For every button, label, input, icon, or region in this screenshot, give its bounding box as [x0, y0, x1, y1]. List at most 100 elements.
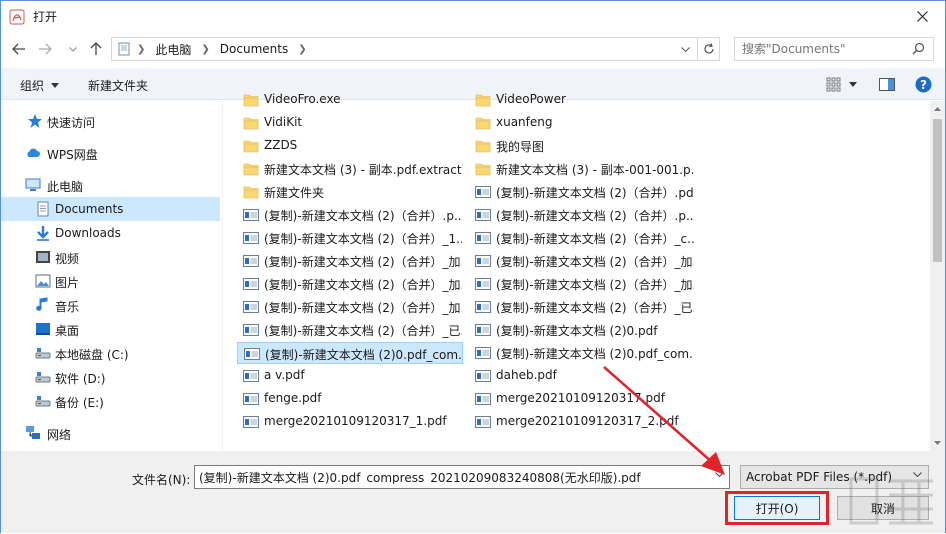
nav-item[interactable]: 音乐: [1, 293, 220, 317]
file-name: (复制)-新建文本文档 (2)（合并）.p...: [496, 209, 694, 223]
scrollbar-thumb[interactable]: [933, 119, 942, 262]
nav-item[interactable]: 快速访问: [1, 109, 220, 133]
breadcrumb-this-pc[interactable]: 此电脑: [155, 41, 191, 58]
file-item[interactable]: (复制)-新建文本文档 (2)0.pdf: [469, 319, 695, 341]
computer-icon: [25, 177, 41, 193]
file-item[interactable]: merge20210109120317_1.pdf: [237, 411, 463, 433]
nav-item[interactable]: 桌面: [1, 317, 220, 341]
file-name: (复制)-新建文本文档 (2)（合并）_已...: [496, 301, 694, 315]
forward-button[interactable]: [36, 40, 54, 58]
filename-combobox[interactable]: [194, 465, 730, 489]
file-item[interactable]: (复制)-新建文本文档 (2)（合并）_加...: [237, 296, 463, 318]
chevron-down-icon: [69, 46, 77, 52]
file-name: a v.pdf: [264, 368, 305, 382]
file-item[interactable]: merge20210109120317.pdf: [469, 388, 695, 410]
folder-item[interactable]: ZZDS: [237, 135, 463, 157]
nav-item[interactable]: 视频: [1, 245, 220, 269]
file-name: fenge.pdf: [264, 391, 322, 405]
folder-icon: [243, 161, 259, 177]
folder-item[interactable]: 新建文件夹: [237, 181, 463, 203]
file-name: 我的导图: [496, 140, 545, 154]
scroll-down-button[interactable]: [930, 435, 945, 451]
address-bar[interactable]: ❯ 此电脑 ❯ Documents ❯: [111, 37, 720, 61]
search-input[interactable]: [742, 42, 907, 56]
drive-icon: [35, 393, 51, 409]
nav-item-label: 备份 (E:): [55, 396, 104, 410]
address-dropdown-button[interactable]: [675, 38, 695, 60]
picture-icon: [35, 273, 51, 289]
nav-item[interactable]: 本地磁盘 (C:): [1, 341, 220, 365]
file-item[interactable]: (复制)-新建文本文档 (2)（合并）_加...: [469, 250, 695, 272]
file-name: (复制)-新建文本文档 (2)（合并）_加...: [496, 278, 694, 292]
file-name: 新建文本文档 (3) - 副本.pdf.extract...: [264, 163, 462, 177]
file-item[interactable]: (复制)-新建文本文档 (2)（合并）_已...: [469, 296, 695, 318]
file-item[interactable]: (复制)-新建文本文档 (2)（合并）_c...: [469, 227, 695, 249]
folder-item[interactable]: xuanfeng: [469, 112, 695, 134]
folder-item[interactable]: VideoFro.exe: [237, 89, 463, 111]
folder-icon: [475, 138, 491, 154]
search-box[interactable]: [734, 37, 934, 61]
star-icon: [27, 113, 43, 129]
scroll-up-icon: [934, 107, 941, 111]
file-name: VideoPower: [496, 92, 566, 106]
file-item[interactable]: (复制)-新建文本文档 (2)（合并）.p...: [469, 204, 695, 226]
folder-item[interactable]: 新建文本文档 (3) - 副本-001-001.p...: [469, 158, 695, 180]
organize-menu[interactable]: 组织: [20, 77, 60, 94]
pdf-file-icon: [475, 345, 491, 361]
file-item[interactable]: daheb.pdf: [469, 365, 695, 387]
file-item[interactable]: fenge.pdf: [237, 388, 463, 410]
file-item[interactable]: (复制)-新建文本文档 (2)0.pdf_com...: [237, 342, 463, 364]
chevron-down-icon[interactable]: [715, 472, 724, 477]
file-name: (复制)-新建文本文档 (2)0.pdf_com...: [496, 347, 694, 361]
folder-item[interactable]: 新建文本文档 (3) - 副本.pdf.extract...: [237, 158, 463, 180]
file-item[interactable]: (复制)-新建文本文档 (2)（合并）_已...: [237, 319, 463, 341]
pdf-file-icon: [243, 299, 259, 315]
nav-item[interactable]: 备份 (E:): [1, 389, 220, 413]
pdf-file-icon: [475, 391, 491, 407]
pdf-file-icon: [244, 346, 260, 362]
folder-item[interactable]: 我的导图: [469, 135, 695, 157]
file-item[interactable]: (复制)-新建文本文档 (2)（合并）_加...: [237, 273, 463, 295]
open-button[interactable]: 打开(O): [734, 496, 820, 520]
drive-icon: [35, 345, 51, 361]
drive-icon: [35, 369, 51, 385]
pdf-file-icon: [243, 368, 259, 384]
file-item[interactable]: a v.pdf: [237, 365, 463, 387]
pdf-file-icon: [475, 276, 491, 292]
close-button[interactable]: [899, 1, 945, 32]
close-icon: [916, 11, 928, 22]
nav-item[interactable]: Downloads: [1, 221, 220, 245]
nav-item[interactable]: 软件 (D:): [1, 365, 220, 389]
folder-icon: [475, 115, 491, 131]
nav-item[interactable]: WPS网盘: [1, 141, 220, 165]
pdf-file-icon: [475, 299, 491, 315]
file-item[interactable]: (复制)-新建文本文档 (2)（合并）.p...: [237, 204, 463, 226]
up-button[interactable]: [87, 40, 105, 58]
breadcrumb-chevron-icon: ❯: [298, 43, 307, 55]
new-folder-button[interactable]: 新建文件夹: [88, 77, 148, 94]
pdf-file-icon: [243, 207, 259, 223]
nav-item[interactable]: Documents: [1, 197, 220, 221]
file-item[interactable]: (复制)-新建文本文档 (2)（合并）_加...: [469, 273, 695, 295]
folder-item[interactable]: VideoPower: [469, 89, 695, 111]
scroll-up-button[interactable]: [930, 101, 945, 117]
filename-input[interactable]: [199, 470, 709, 484]
navigation-bar: ❯ 此电脑 ❯ Documents ❯: [1, 32, 945, 66]
file-item[interactable]: (复制)-新建文本文档 (2)（合并）_1....: [237, 227, 463, 249]
file-name: VidiKit: [264, 115, 303, 129]
file-name: (复制)-新建文本文档 (2)（合并）.pdf: [496, 186, 694, 200]
file-item[interactable]: (复制)-新建文本文档 (2)0.pdf_com...: [469, 342, 695, 364]
breadcrumb-documents[interactable]: Documents: [220, 42, 288, 56]
nav-item[interactable]: 图片: [1, 269, 220, 293]
nav-item-label: Documents: [55, 202, 124, 216]
folder-item[interactable]: VidiKit: [237, 112, 463, 134]
file-item[interactable]: (复制)-新建文本文档 (2)（合并）_加...: [237, 250, 463, 272]
arrow-up-icon: [90, 42, 102, 55]
recent-locations-button[interactable]: [64, 40, 82, 58]
nav-item[interactable]: 此电脑: [1, 173, 220, 197]
refresh-button[interactable]: [697, 38, 719, 60]
file-item[interactable]: merge20210109120317_2.pdf: [469, 411, 695, 433]
back-button[interactable]: [10, 40, 28, 58]
file-item[interactable]: (复制)-新建文本文档 (2)（合并）.pdf: [469, 181, 695, 203]
nav-item[interactable]: 网络: [1, 421, 220, 445]
